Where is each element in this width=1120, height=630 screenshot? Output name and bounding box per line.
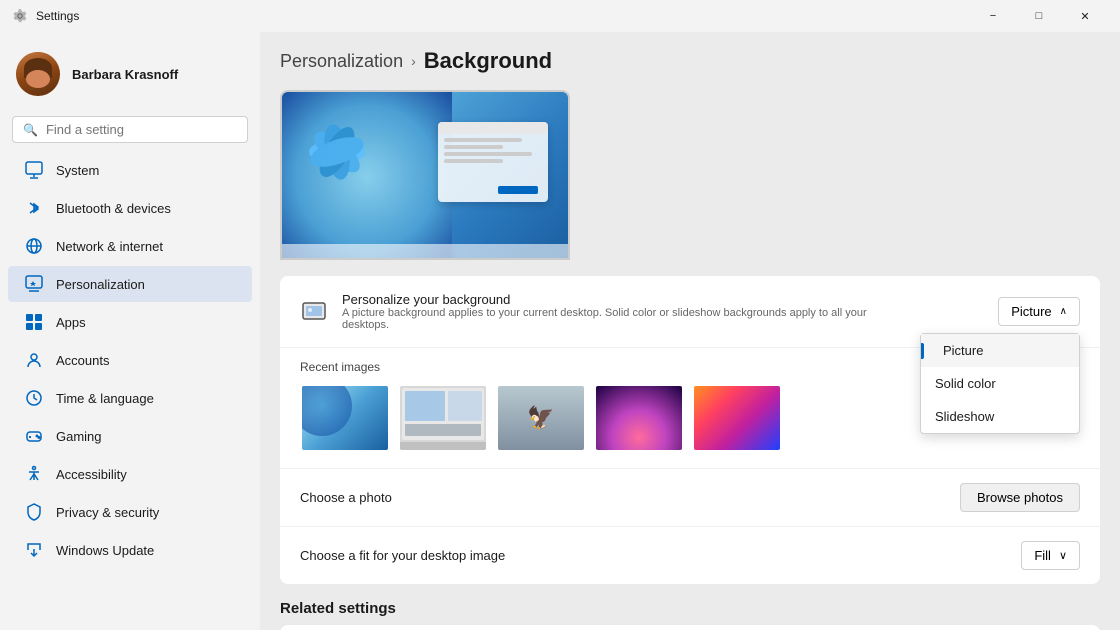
sidebar-item-windows-update[interactable]: Windows Update <box>8 532 252 568</box>
bluetooth-icon <box>24 198 44 218</box>
sidebar-item-time[interactable]: Time & language <box>8 380 252 416</box>
sidebar-item-accounts[interactable]: Accounts <box>8 342 252 378</box>
sidebar-item-system-label: System <box>56 163 99 178</box>
sidebar-item-bluetooth[interactable]: Bluetooth & devices <box>8 190 252 226</box>
privacy-icon <box>24 502 44 522</box>
sidebar-item-accessibility[interactable]: Accessibility <box>8 456 252 492</box>
related-settings-card: Contrast themes Color themes for low vis… <box>280 625 1100 630</box>
minimize-button[interactable]: − <box>970 0 1016 32</box>
contrast-themes-row[interactable]: Contrast themes Color themes for low vis… <box>280 625 1100 630</box>
sidebar-item-gaming-label: Gaming <box>56 429 102 444</box>
personalize-card: Personalize your background A picture ba… <box>280 276 1100 584</box>
dropdown-menu: Picture Solid color Slideshow <box>920 333 1080 434</box>
personalization-icon <box>24 274 44 294</box>
sidebar-item-network[interactable]: Network & internet <box>8 228 252 264</box>
bg-header-left: Personalize your background A picture ba… <box>300 292 902 331</box>
recent-image-4[interactable] <box>594 384 684 452</box>
windows-update-icon <box>24 540 44 560</box>
recent-image-3[interactable] <box>496 384 586 452</box>
content-area: Personalization › Background <box>260 32 1120 630</box>
titlebar-left: Settings <box>12 8 79 24</box>
sidebar-item-bluetooth-label: Bluetooth & devices <box>56 201 171 216</box>
dropdown-option-solid-color[interactable]: Solid color <box>921 367 1079 400</box>
sidebar-item-personalization-label: Personalization <box>56 277 145 292</box>
related-settings-title: Related settings <box>280 600 1100 617</box>
dropdown-value: Picture <box>1011 304 1051 319</box>
gaming-icon <box>24 426 44 446</box>
system-icon <box>24 160 44 180</box>
sidebar-item-apps[interactable]: Apps <box>8 304 252 340</box>
user-profile[interactable]: Barbara Krasnoff <box>0 40 260 112</box>
browse-photos-button[interactable]: Browse photos <box>960 483 1080 512</box>
personalize-header-row: Personalize your background A picture ba… <box>280 276 1100 348</box>
sidebar-item-windows-update-label: Windows Update <box>56 543 154 558</box>
breadcrumb-separator: › <box>411 53 416 69</box>
time-icon <box>24 388 44 408</box>
accounts-icon <box>24 350 44 370</box>
preview-window-mock <box>438 122 548 202</box>
choose-fit-row: Choose a fit for your desktop image Fill… <box>280 526 1100 584</box>
search-box[interactable]: 🔍 <box>12 116 248 143</box>
choose-photo-row: Choose a photo Browse photos <box>280 468 1100 526</box>
breadcrumb-current: Background <box>424 48 552 74</box>
recent-image-2[interactable] <box>398 384 488 452</box>
sidebar: Barbara Krasnoff 🔍 System Bl <box>0 32 260 630</box>
breadcrumb-parent[interactable]: Personalization <box>280 51 403 72</box>
personalize-desc: A picture background applies to your cur… <box>342 307 902 331</box>
user-name: Barbara Krasnoff <box>72 67 178 82</box>
sidebar-item-privacy-label: Privacy & security <box>56 505 159 520</box>
choose-photo-label: Choose a photo <box>300 490 392 505</box>
personalize-title: Personalize your background <box>342 292 902 307</box>
chevron-up-icon: ∧ <box>1060 306 1067 317</box>
sidebar-item-personalization[interactable]: Personalization <box>8 266 252 302</box>
apps-icon <box>24 312 44 332</box>
option-solid-color-label: Solid color <box>935 376 996 391</box>
sidebar-item-network-label: Network & internet <box>56 239 163 254</box>
app-container: Barbara Krasnoff 🔍 System Bl <box>0 32 1120 630</box>
fit-value: Fill <box>1034 548 1051 563</box>
accessibility-icon <box>24 464 44 484</box>
sidebar-item-accounts-label: Accounts <box>56 353 109 368</box>
avatar <box>16 52 60 96</box>
sidebar-item-gaming[interactable]: Gaming <box>8 418 252 454</box>
app-title: Settings <box>36 9 79 23</box>
search-input[interactable] <box>46 122 237 137</box>
dropdown-button[interactable]: Picture ∧ <box>998 297 1080 326</box>
maximize-button[interactable]: □ <box>1016 0 1062 32</box>
dropdown-option-slideshow[interactable]: Slideshow <box>921 400 1079 433</box>
sidebar-item-privacy[interactable]: Privacy & security <box>8 494 252 530</box>
sidebar-item-system[interactable]: System <box>8 152 252 188</box>
background-type-dropdown[interactable]: Picture ∧ Picture Solid color Sli <box>998 297 1080 326</box>
dropdown-option-picture[interactable]: Picture <box>921 334 1079 367</box>
close-button[interactable]: ✕ <box>1062 0 1108 32</box>
preview-image <box>280 90 570 260</box>
option-slideshow-label: Slideshow <box>935 409 994 424</box>
settings-icon <box>12 8 28 24</box>
window-controls: − □ ✕ <box>970 0 1108 32</box>
bg-header-text: Personalize your background A picture ba… <box>342 292 902 331</box>
recent-image-5[interactable] <box>692 384 782 452</box>
sidebar-item-apps-label: Apps <box>56 315 86 330</box>
titlebar: Settings − □ ✕ <box>0 0 1120 32</box>
sidebar-item-time-label: Time & language <box>56 391 154 406</box>
fit-chevron-icon: ∨ <box>1059 549 1067 562</box>
background-icon <box>300 298 328 326</box>
breadcrumb: Personalization › Background <box>280 48 1100 74</box>
recent-image-1[interactable] <box>300 384 390 452</box>
option-picture-label: Picture <box>943 343 983 358</box>
desktop-preview <box>280 90 570 260</box>
fit-dropdown[interactable]: Fill ∨ <box>1021 541 1080 570</box>
sidebar-item-accessibility-label: Accessibility <box>56 467 127 482</box>
network-icon <box>24 236 44 256</box>
search-icon: 🔍 <box>23 123 38 137</box>
fit-label: Choose a fit for your desktop image <box>300 548 505 563</box>
